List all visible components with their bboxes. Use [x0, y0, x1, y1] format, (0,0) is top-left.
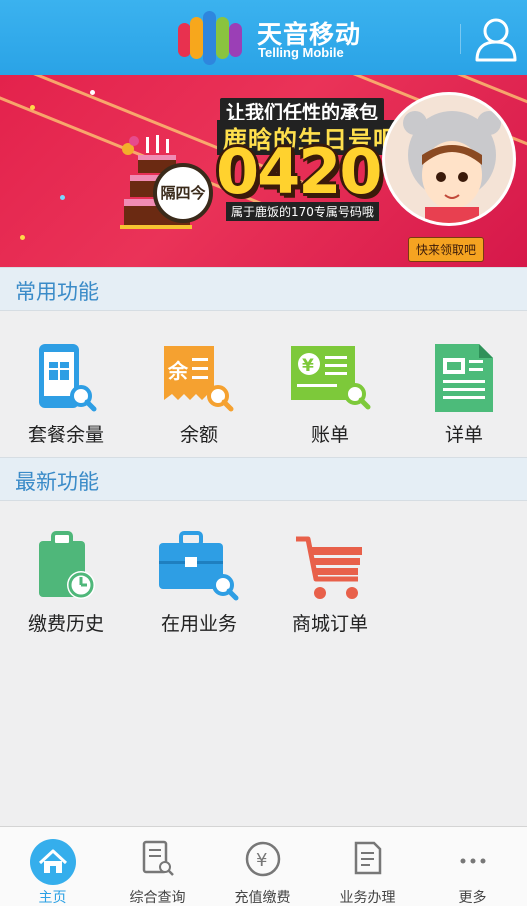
svg-text:余: 余	[167, 359, 189, 383]
nav-query[interactable]: 综合查询	[105, 827, 210, 906]
bill-label: 账单	[310, 424, 349, 446]
brand-logo: 天音移动 Telling Mobile	[176, 9, 366, 67]
detail-list-button[interactable]: 详单	[398, 334, 527, 454]
promo-banner[interactable]: 隔四今 让我们任性的承包 鹿晗的生日号吧 0420 属于鹿饭的170专属号码哦 …	[0, 75, 527, 267]
detail-list-icon	[435, 344, 493, 412]
nav-business[interactable]: 业务办理	[315, 827, 420, 906]
section-latest-header: 最新功能	[0, 457, 527, 501]
shopping-cart-icon	[296, 536, 362, 599]
claim-button[interactable]: 快来领取吧	[408, 237, 485, 262]
home-icon	[29, 839, 76, 885]
query-icon	[142, 840, 174, 876]
payment-history-button[interactable]: 缴费历史	[0, 523, 132, 643]
nav-recharge-label: 充值缴费	[234, 890, 291, 906]
active-services-label: 在用业务	[160, 613, 237, 635]
bill-search-icon: ¥	[291, 346, 371, 410]
section-common-header: 常用功能	[0, 267, 527, 311]
nav-more[interactable]: 更多	[420, 827, 525, 906]
active-services-button[interactable]: 在用业务	[133, 523, 265, 643]
svg-text:¥: ¥	[302, 356, 314, 376]
nav-home-label: 主页	[38, 890, 67, 906]
telling-logo-icon	[178, 11, 242, 65]
cartoon-character-icon	[403, 111, 501, 223]
nav-home[interactable]: 主页	[0, 827, 105, 906]
app-header: 天音移动 Telling Mobile	[0, 0, 527, 75]
phone-gift-search-icon	[39, 344, 97, 412]
user-icon	[475, 18, 517, 62]
promo-subtitle: 属于鹿饭的170专属号码哦	[226, 202, 379, 221]
nav-business-label: 业务办理	[339, 890, 396, 906]
header-divider	[460, 24, 461, 54]
promo-badge: 隔四今	[153, 163, 213, 223]
mall-orders-label: 商城订单	[291, 613, 368, 635]
business-icon	[354, 841, 381, 875]
payment-history-label: 缴费历史	[27, 613, 104, 635]
svg-text:¥: ¥	[256, 850, 267, 871]
package-balance-label: 套餐余量	[27, 424, 104, 446]
cartoon-avatar	[382, 92, 516, 226]
bottom-navigation: 主页 综合查询 ¥ 充值缴费 业务办理 更多	[0, 826, 527, 906]
nav-query-label: 综合查询	[129, 890, 186, 906]
promo-number: 0420	[216, 135, 383, 208]
balance-label: 余额	[179, 424, 218, 446]
package-balance-button[interactable]: 套餐余量	[0, 334, 132, 454]
section-latest-title: 最新功能	[15, 470, 99, 494]
more-icon	[460, 858, 485, 864]
nav-more-label: 更多	[458, 890, 487, 906]
bill-button[interactable]: ¥ 账单	[264, 334, 396, 454]
section-common-title: 常用功能	[15, 280, 99, 304]
user-profile-button[interactable]	[474, 16, 518, 62]
mall-orders-button[interactable]: 商城订单	[264, 523, 396, 643]
balance-search-icon: 余	[164, 346, 234, 412]
brand-name-en: Telling Mobile	[258, 45, 344, 60]
payment-history-icon	[39, 531, 95, 599]
yuan-icon: ¥	[245, 841, 280, 877]
briefcase-search-icon	[159, 531, 239, 601]
nav-recharge[interactable]: ¥ 充值缴费	[210, 827, 315, 906]
detail-list-label: 详单	[444, 424, 483, 446]
balance-button[interactable]: 余 余额	[133, 334, 265, 454]
